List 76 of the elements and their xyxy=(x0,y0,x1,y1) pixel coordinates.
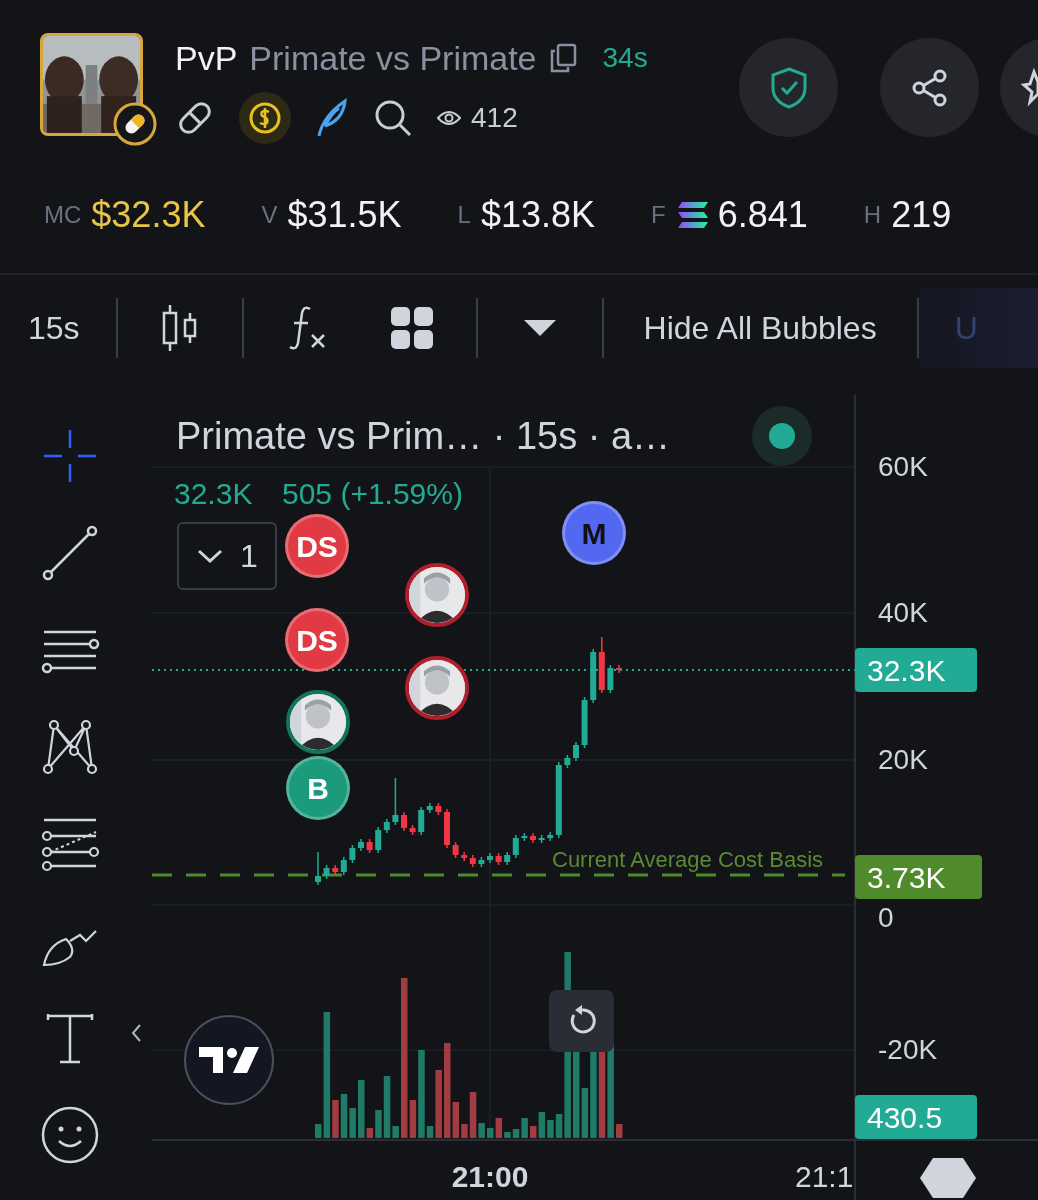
candle xyxy=(349,844,356,864)
volume-bar xyxy=(616,1124,623,1138)
candle xyxy=(435,802,442,816)
candle xyxy=(392,777,399,826)
trader-bubble[interactable]: DS xyxy=(285,608,349,672)
token-symbol: PvP xyxy=(175,37,238,79)
logo-icon xyxy=(199,1045,259,1075)
price-change: 505 (+1.59%) xyxy=(282,479,463,509)
candle xyxy=(530,832,536,844)
grid-icon[interactable] xyxy=(389,305,434,350)
chevron-down-icon xyxy=(196,548,225,564)
price-axis-label: -20K xyxy=(878,1036,938,1064)
candle xyxy=(409,824,416,836)
caret-icon[interactable] xyxy=(523,319,556,336)
stat-label: L xyxy=(457,200,471,230)
price-axis-label: 0 xyxy=(878,904,894,932)
stat-label: F xyxy=(651,200,666,230)
trader-bubble[interactable]: B xyxy=(286,756,350,820)
stat-label: H xyxy=(863,200,882,230)
price-badge: 3.73K xyxy=(855,855,982,899)
chart-title: Primate vs Prim… · 15s · a… xyxy=(176,417,671,455)
candle xyxy=(444,808,450,849)
search-icon[interactable] xyxy=(373,98,413,138)
coin-icon xyxy=(247,100,283,136)
candle xyxy=(452,841,459,859)
stat-value: 219 xyxy=(891,193,952,237)
candle xyxy=(573,741,579,762)
price-axis-label: 40K xyxy=(878,599,928,627)
candle xyxy=(478,856,485,868)
view-count: 412 xyxy=(471,101,518,135)
trend-line-icon[interactable] xyxy=(40,523,100,583)
candle xyxy=(538,834,545,844)
time-axis-label: 21:1 xyxy=(795,1162,854,1192)
candle xyxy=(315,851,321,886)
collapse-indicators-button[interactable]: 1 xyxy=(177,522,277,590)
stat-value: $32.3K xyxy=(91,193,206,237)
token-name: Primate vs Primate xyxy=(249,37,537,79)
candle xyxy=(616,664,622,674)
stat-value: 6.841 xyxy=(717,193,808,237)
stat-label: MC xyxy=(44,200,82,230)
candle xyxy=(495,852,502,866)
trader-bubble[interactable]: DS xyxy=(285,514,349,578)
coin-button[interactable] xyxy=(239,92,291,144)
stripes-icon xyxy=(675,200,710,230)
price-axis-label: 20K xyxy=(878,746,928,774)
copy-icon[interactable] xyxy=(548,43,577,73)
avatar-bubble[interactable] xyxy=(405,656,469,720)
smiley-icon[interactable] xyxy=(40,1105,100,1165)
candle xyxy=(401,811,407,832)
reset-button[interactable] xyxy=(549,990,614,1052)
stat-value: $13.8K xyxy=(480,193,596,237)
feather-icon[interactable] xyxy=(315,98,349,138)
token-age: 34s xyxy=(602,41,648,75)
time-axis-label: 21:00 xyxy=(451,1162,529,1192)
candle xyxy=(607,664,614,694)
last-price: 32.3K xyxy=(174,479,253,509)
candle xyxy=(487,852,493,864)
hide-bubbles-button[interactable]: Hide All Bubbles xyxy=(643,303,877,352)
trader-bubble[interactable]: M xyxy=(562,501,626,565)
price-badge: 430.5 xyxy=(855,1095,977,1139)
price-axis-label: 60K xyxy=(878,453,928,481)
cost-basis-label: Current Average Cost Basis xyxy=(552,849,824,871)
eye-icon xyxy=(437,109,461,127)
candle xyxy=(323,864,330,880)
interval-button[interactable]: 15s xyxy=(28,303,80,352)
candle xyxy=(521,832,528,842)
candle xyxy=(366,838,373,854)
stat-value: $31.5K xyxy=(287,193,402,237)
stat-label: V xyxy=(261,200,278,230)
candle xyxy=(358,838,364,852)
pattern-icon[interactable] xyxy=(40,717,100,777)
candle xyxy=(581,696,588,749)
chevron-left-icon xyxy=(130,1022,142,1043)
candle xyxy=(564,754,571,769)
price-badge: 32.3K xyxy=(855,648,977,692)
hexagon-icon[interactable] xyxy=(918,1156,978,1200)
